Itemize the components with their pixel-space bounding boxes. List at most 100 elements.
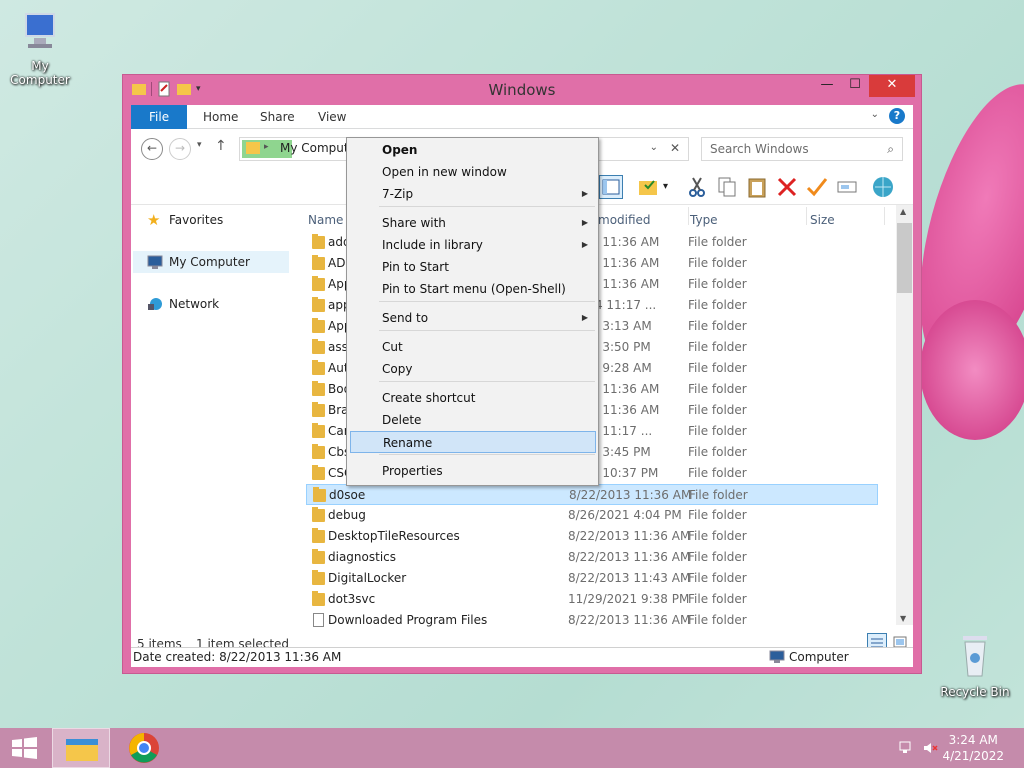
menu-item[interactable]: Properties — [350, 460, 596, 482]
chevron-down-icon[interactable]: ⌄ — [871, 109, 879, 120]
window-title: Windows — [488, 81, 556, 99]
nav-item-my-computer[interactable]: My Computer — [133, 251, 289, 273]
help-icon[interactable]: ? — [889, 108, 905, 124]
tab-share[interactable]: Share — [248, 105, 307, 129]
file-type: File folder — [688, 466, 747, 480]
chrome-icon — [129, 733, 159, 763]
folder-icon — [312, 507, 325, 522]
menu-separator — [379, 454, 595, 455]
menu-item[interactable]: Pin to Start menu (Open-Shell) — [350, 278, 596, 300]
preview-pane-icon[interactable] — [599, 175, 623, 199]
chevron-down-icon[interactable]: ▾ — [197, 140, 202, 150]
menu-item[interactable]: Cut — [350, 336, 596, 358]
tab-file[interactable]: File — [131, 105, 188, 129]
vertical-scrollbar[interactable]: ▲ ▼ — [896, 205, 913, 625]
folder-icon — [313, 487, 326, 502]
close-button[interactable]: ✕ — [869, 75, 915, 97]
chevron-up-icon[interactable]: ▲ — [900, 207, 906, 216]
file-type: File folder — [688, 508, 747, 522]
table-row[interactable]: d0soe 8/22/2013 11:36 AM File folder — [306, 484, 878, 505]
table-row[interactable]: DesktopTileResources 8/22/2013 11:36 AM Fi… — [306, 526, 878, 547]
maximize-button[interactable]: ☐ — [841, 75, 869, 97]
menu-item[interactable]: Delete — [350, 409, 596, 431]
globe-icon[interactable] — [871, 175, 895, 199]
computer-icon — [769, 650, 785, 664]
taskbar-chrome[interactable] — [122, 728, 166, 768]
taskbar-file-explorer[interactable] — [52, 728, 110, 768]
recycle-bin-icon — [935, 630, 1015, 683]
up-arrow-icon[interactable]: ↑ — [215, 138, 227, 154]
folder-icon — [312, 423, 325, 438]
back-button[interactable]: ← — [141, 138, 163, 160]
menu-separator — [379, 330, 595, 331]
chevron-right-icon: ▶ — [581, 189, 588, 198]
folder-icon — [312, 381, 325, 396]
menu-item[interactable]: Open — [350, 139, 596, 161]
chevron-right-icon: ▸ — [264, 142, 269, 152]
file-type: File folder — [688, 403, 747, 417]
chevron-right-icon: ▶ — [581, 240, 588, 249]
column-header-name[interactable]: Name — [308, 213, 343, 227]
folder-icon — [312, 255, 325, 270]
column-header-size[interactable]: Size — [810, 213, 835, 227]
menu-item[interactable]: Rename — [350, 431, 596, 453]
menu-item[interactable]: Copy — [350, 358, 596, 380]
table-row[interactable]: DigitalLocker 8/22/2013 11:43 AM File fold… — [306, 568, 878, 589]
forward-button[interactable]: → — [169, 138, 191, 160]
paste-icon[interactable] — [745, 175, 769, 199]
desktop-icon-recycle-bin[interactable]: Recycle Bin — [935, 630, 1015, 699]
volume-muted-icon[interactable] — [922, 740, 938, 756]
file-name: diagnostics — [328, 550, 397, 564]
desktop-icon-my-computer[interactable]: My Computer — [0, 10, 80, 87]
minimize-button[interactable]: — — [813, 75, 841, 97]
file-type: File folder — [688, 592, 747, 606]
menu-item[interactable]: Open in new window — [350, 161, 596, 183]
start-button[interactable] — [8, 728, 42, 768]
clock[interactable]: 3:24 AM 4/21/2022 — [942, 732, 1004, 764]
close-icon[interactable]: ✕ — [670, 141, 680, 155]
file-type: File folder — [688, 277, 747, 291]
table-row[interactable]: debug 8/26/2021 4:04 PM File folder — [306, 505, 878, 526]
file-type: File folder — [688, 529, 747, 543]
menu-item[interactable]: Share with ▶ — [350, 212, 596, 234]
menu-item-label: Send to — [382, 311, 429, 325]
file-type: File folder — [688, 340, 747, 354]
delete-icon[interactable] — [775, 175, 799, 199]
nav-item-network[interactable]: Network — [139, 293, 219, 315]
search-icon[interactable]: ⌕ — [887, 142, 894, 157]
chevron-down-icon[interactable]: ▼ — [900, 614, 906, 623]
tab-view[interactable]: View — [306, 105, 358, 129]
column-header-date[interactable]: modified — [598, 213, 651, 227]
checkmark-icon[interactable] — [805, 175, 829, 199]
menu-item[interactable]: 7-Zip ▶ — [350, 183, 596, 205]
file-explorer-icon — [66, 739, 98, 761]
search-input[interactable]: Search Windows ⌕ — [701, 137, 903, 161]
menu-item-label: Cut — [382, 340, 403, 354]
file-type: File folder — [688, 424, 747, 438]
menu-item[interactable]: Create shortcut — [350, 387, 596, 409]
computer-icon — [0, 10, 80, 57]
table-row[interactable]: diagnostics 8/22/2013 11:36 AM File folder — [306, 547, 878, 568]
scrollbar-thumb[interactable] — [897, 223, 912, 293]
windows-logo-icon — [12, 737, 37, 759]
table-row[interactable]: dot3svc 11/29/2021 9:38 PM File folder — [306, 589, 878, 610]
table-row[interactable]: Downloaded Program Files 8/22/2013 11:36 … — [306, 610, 878, 631]
chevron-down-icon[interactable]: ⌄ — [650, 142, 658, 153]
chevron-down-icon[interactable]: ▾ — [663, 175, 687, 199]
menu-item[interactable]: Include in library ▶ — [350, 234, 596, 256]
menu-item[interactable]: Send to ▶ — [350, 307, 596, 329]
file-name: DigitalLocker — [328, 571, 407, 585]
folder-options-icon[interactable] — [637, 175, 661, 199]
menu-item[interactable]: Pin to Start — [350, 256, 596, 278]
title-bar[interactable]: ▾ Windows — ☐ ✕ — [123, 75, 921, 105]
copy-icon[interactable] — [715, 175, 739, 199]
nav-item-favorites[interactable]: ★ Favorites — [139, 209, 223, 231]
network-tray-icon[interactable] — [898, 740, 914, 756]
rename-icon[interactable] — [835, 175, 859, 199]
column-header-type[interactable]: Type — [690, 213, 718, 227]
menu-item-label: Include in library — [382, 238, 483, 252]
file-name: Downloaded Program Files — [328, 613, 488, 627]
tab-home[interactable]: Home — [191, 105, 250, 129]
cut-icon[interactable] — [685, 175, 709, 199]
file-type: File folder — [688, 445, 747, 459]
